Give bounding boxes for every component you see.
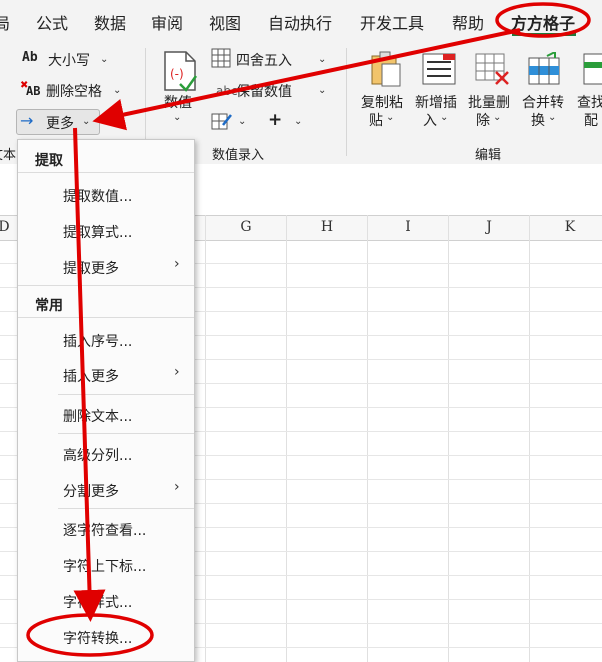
case-icon: Ab <box>22 50 38 65</box>
chevron-down-icon: ⌄ <box>318 54 327 65</box>
edit-grid-icon <box>211 113 232 130</box>
menu-divider <box>58 394 194 395</box>
chevron-down-icon: ⌄ <box>173 112 182 123</box>
grid-line <box>205 215 206 662</box>
tab-review[interactable]: 审阅 <box>151 10 183 34</box>
section-header-common: 常用 <box>35 298 63 314</box>
section-header-extract: 提取 <box>35 153 63 169</box>
menu-item-char-style[interactable]: 字符样式... <box>63 592 132 612</box>
chevron-right-icon: › <box>174 256 180 272</box>
chevron-down-icon: ⌄ <box>318 85 327 96</box>
menu-item-char-convert[interactable]: 字符转换... <box>63 628 132 648</box>
chevron-down-icon[interactable]: ⌄ <box>238 116 246 127</box>
menu-item-extract-value[interactable]: 提取数值... <box>63 186 132 206</box>
menu-item-extract-more[interactable]: 提取更多 <box>63 258 119 278</box>
active-tab-indicator <box>512 33 576 36</box>
group-separator <box>346 48 347 156</box>
edit-group-label: 编辑 <box>475 148 502 163</box>
more-button-label: 更多 <box>46 116 74 132</box>
chevron-down-icon: ⌄ <box>386 112 395 123</box>
insert-button[interactable]: 新增插 <box>415 92 457 112</box>
merge-convert-button[interactable]: 合并转 <box>522 92 564 112</box>
grid-line <box>367 215 368 662</box>
menu-divider <box>58 433 194 434</box>
menu-item-split-more[interactable]: 分割更多 <box>63 481 119 501</box>
more-dropdown-menu: 提取 提取数值... 提取算式... 提取更多 › 常用 插入序号... 插入更… <box>17 139 195 662</box>
chevron-down-icon: ⌄ <box>82 116 91 127</box>
grid-line <box>448 215 449 662</box>
numeric-value-icon: (-) <box>164 51 198 92</box>
batch-delete-button-line2: 除 <box>476 113 490 129</box>
menu-divider <box>58 508 194 509</box>
menu-divider <box>18 172 194 173</box>
delete-spaces-button[interactable]: 删除空格 <box>46 81 102 101</box>
menu-divider <box>18 285 194 286</box>
arrow-right-icon: → <box>20 111 34 130</box>
tab-developer[interactable]: 开发工具 <box>360 10 424 34</box>
tab-automate[interactable]: 自动执行 <box>268 10 332 34</box>
column-header-h[interactable]: H <box>317 219 337 235</box>
round-button[interactable]: 四舍五入 <box>236 50 292 70</box>
tab-formulas[interactable]: 公式 <box>36 10 68 34</box>
round-grid-icon <box>211 48 231 68</box>
find-match-icon <box>583 53 602 85</box>
menu-item-char-view[interactable]: 逐字符查看... <box>63 520 146 540</box>
menu-bar: 局 公式 数据 审阅 视图 自动执行 开发工具 帮助 方方格子 <box>0 0 602 40</box>
copy-paste-button[interactable]: 复制粘 <box>361 92 403 112</box>
menu-item-sub-sup[interactable]: 字符上下标... <box>63 556 146 576</box>
insert-button-line2: 入 <box>423 113 437 129</box>
column-header-j[interactable]: J <box>479 219 499 235</box>
merge-convert-button-line2: 换 <box>531 113 545 129</box>
merge-convert-icon <box>528 52 560 85</box>
batch-delete-button[interactable]: 批量删 <box>468 92 510 112</box>
tab-data[interactable]: 数据 <box>94 10 126 34</box>
plus-icon[interactable]: + <box>268 110 282 130</box>
number-group-label: 数值录入 <box>212 148 265 163</box>
tab-partial-page-layout[interactable]: 局 <box>0 10 10 34</box>
copy-paste-icon <box>371 51 401 87</box>
keep-value-button[interactable]: 保留数值 <box>236 81 292 101</box>
insert-icon <box>422 53 456 85</box>
menu-divider <box>18 317 194 318</box>
batch-delete-icon <box>475 53 509 85</box>
find-match-button-line2: 配 <box>584 113 598 129</box>
chevron-right-icon: › <box>174 364 180 380</box>
column-header-i[interactable]: I <box>398 219 418 235</box>
menu-item-insert-seq[interactable]: 插入序号... <box>63 331 132 351</box>
chevron-right-icon: › <box>174 479 180 495</box>
copy-paste-button-line2: 贴 <box>369 113 383 129</box>
menu-item-delete-text[interactable]: 删除文本... <box>63 406 132 426</box>
chevron-down-icon: ⌄ <box>440 112 449 123</box>
chevron-down-icon: ⌄ <box>113 85 122 96</box>
tab-view[interactable]: 视图 <box>209 10 241 34</box>
chevron-down-icon: ⌄ <box>548 112 557 123</box>
chevron-down-icon: ⌄ <box>294 116 303 127</box>
column-header-k[interactable]: K <box>560 219 580 235</box>
tab-fangfanggezi[interactable]: 方方格子 <box>511 10 575 34</box>
chevron-down-icon: ⌄ <box>493 112 502 123</box>
column-header-g[interactable]: G <box>236 219 256 235</box>
case-button[interactable]: 大小写 <box>48 50 90 70</box>
grid-line <box>286 215 287 662</box>
column-header-d[interactable]: D <box>0 219 14 235</box>
chevron-down-icon: ⌄ <box>100 54 109 65</box>
svg-text:(-): (-) <box>170 67 184 81</box>
menu-item-extract-formula[interactable]: 提取算式... <box>63 222 132 242</box>
text-group-label: 文本 <box>0 148 17 163</box>
menu-item-advanced-split[interactable]: 高级分列... <box>63 445 132 465</box>
value-button[interactable]: 数值 <box>164 92 192 112</box>
grid-line <box>529 215 530 662</box>
menu-item-insert-more[interactable]: 插入更多 <box>63 366 119 386</box>
delete-spaces-icon: AB <box>26 84 41 98</box>
find-match-button[interactable]: 查找 <box>577 92 602 112</box>
tab-help[interactable]: 帮助 <box>452 10 484 34</box>
keep-value-icon: abc <box>216 84 238 98</box>
